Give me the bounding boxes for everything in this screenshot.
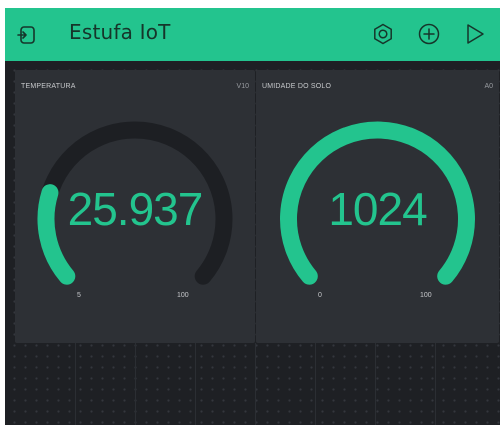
top-bar: Estufa IoT (5, 8, 500, 61)
settings-icon[interactable] (371, 22, 395, 46)
grid-divider (195, 343, 196, 425)
grid-divider (75, 343, 76, 425)
gauge-widget-umidade-do-solo[interactable]: UMIDADE DO SOLO A0 1024 0 100 (256, 70, 499, 343)
gauge-max: 100 (177, 292, 189, 299)
grid-divider (375, 343, 376, 425)
add-icon[interactable] (417, 22, 441, 46)
grid-divider (255, 343, 256, 425)
gauge-min: 5 (77, 292, 81, 299)
gauge-widget-temperatura[interactable]: TEMPERATURA V10 25.937 5 100 (15, 70, 255, 343)
app-frame: Estufa IoT TEMPERATURA V10 25.937 5 100 … (5, 8, 500, 425)
back-icon[interactable] (17, 24, 39, 46)
project-title: Estufa IoT (69, 20, 171, 44)
grid-divider (315, 343, 316, 425)
gauge-min: 0 (318, 292, 322, 299)
play-icon[interactable] (463, 22, 487, 46)
gauge-value: 1024 (328, 183, 427, 235)
gauge-value: 25.937 (67, 183, 204, 235)
grid-divider (135, 343, 136, 425)
grid-divider (435, 343, 436, 425)
gauge-max: 100 (420, 292, 432, 299)
